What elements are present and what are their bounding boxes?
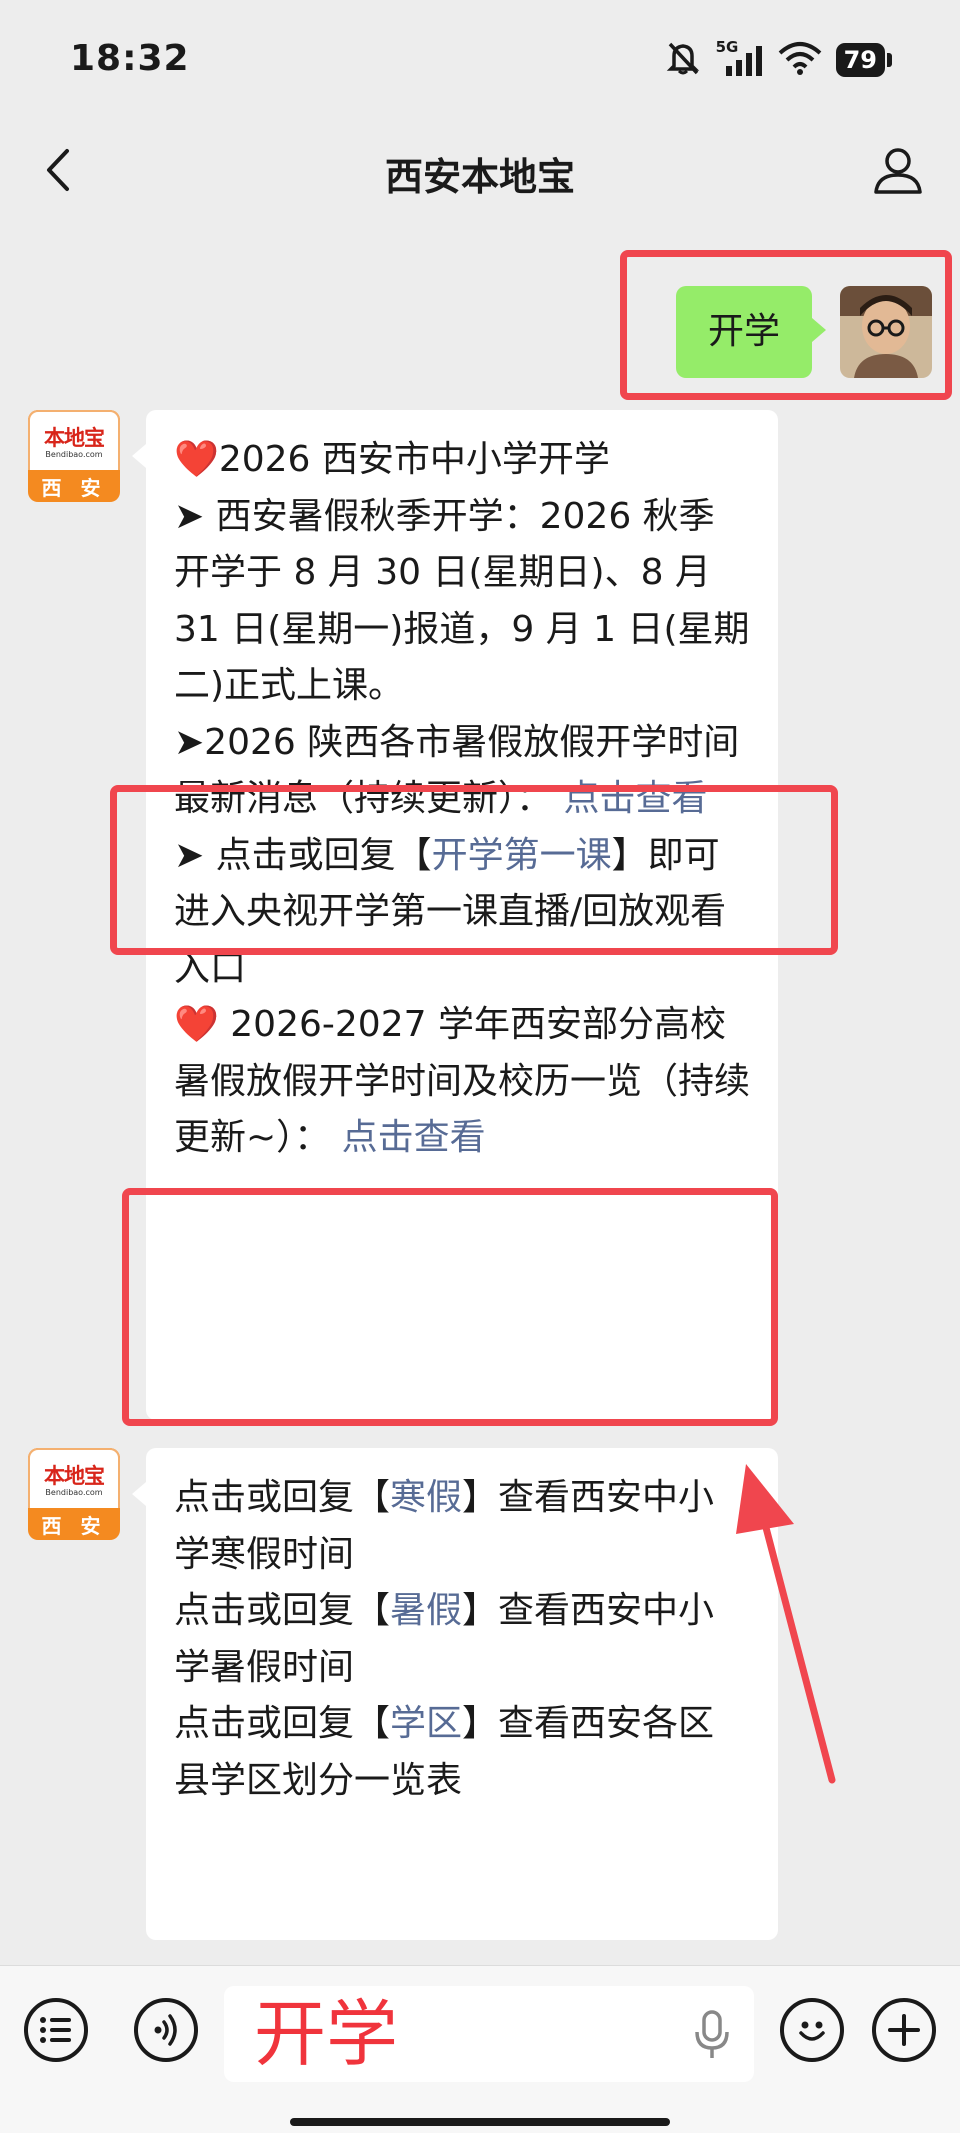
profile-button[interactable] bbox=[868, 140, 928, 200]
mute-bell-icon bbox=[664, 40, 702, 80]
voice-icon bbox=[154, 2014, 177, 2046]
battery-icon: 79 bbox=[835, 43, 892, 77]
highlight-box-sent bbox=[620, 250, 952, 400]
avatar-logo-sub: Bendibao.com bbox=[45, 450, 103, 459]
home-indicator[interactable] bbox=[290, 2118, 670, 2126]
cellular-signal-icon: 5G bbox=[716, 38, 764, 78]
plus-icon bbox=[888, 2014, 920, 2046]
person-icon bbox=[874, 148, 922, 194]
message-paragraph: ➤ 西安暑假秋季开学：2026 秋季开学于 8 月 30 日(星期日)、8 月 … bbox=[174, 495, 750, 707]
highlight-box-2 bbox=[122, 1188, 778, 1426]
heart-icon: ❤️ bbox=[174, 439, 219, 480]
microphone-icon[interactable] bbox=[692, 2010, 732, 2060]
message-paragraph: 点击或回复【寒假】查看西安中小学寒假时间 bbox=[174, 1477, 715, 1575]
avatar-city: 西 安 bbox=[41, 1514, 107, 1538]
message-paragraph: 点击或回复【学区】查看西安各区县学区划分一览表 bbox=[174, 1703, 715, 1801]
emoji-button[interactable] bbox=[780, 1998, 844, 2062]
avatar-logo-text: 本地宝 bbox=[44, 1464, 105, 1488]
view-link[interactable]: 点击查看 bbox=[342, 1117, 486, 1158]
keyword-link[interactable]: 寒假 bbox=[390, 1477, 462, 1518]
keyword-link[interactable]: 暑假 bbox=[390, 1590, 462, 1631]
page-title: 西安本地宝 bbox=[384, 155, 575, 199]
menu-list-icon bbox=[40, 2017, 71, 2043]
annotation-arrow-icon bbox=[736, 1464, 836, 1784]
bot-avatar[interactable]: 本地宝 Bendibao.com 西 安 bbox=[28, 410, 120, 502]
battery-level: 79 bbox=[835, 43, 885, 77]
voice-toggle-button[interactable] bbox=[134, 1998, 198, 2062]
emoji-icon bbox=[799, 2021, 825, 2041]
wifi-icon bbox=[778, 41, 822, 79]
keyword-link[interactable]: 学区 bbox=[390, 1703, 462, 1744]
message-paragraph: 点击或回复【暑假】查看西安中小学暑假时间 bbox=[174, 1590, 715, 1688]
status-icons: 5G 79 bbox=[664, 38, 892, 80]
status-bar: 18:32 5G 79 bbox=[0, 0, 960, 120]
status-time: 18:32 bbox=[70, 38, 190, 79]
heart-icon: ❤️ bbox=[174, 1004, 219, 1045]
message-input-value: 开学 bbox=[254, 1992, 399, 2076]
message-paragraph: ❤️ 2026-2027 学年西安部分高校暑假放假开学时间及校历一览（持续更新~… bbox=[174, 1004, 751, 1158]
bot-message-bubble: 点击或回复【寒假】查看西安中小学寒假时间 点击或回复【暑假】查看西安中小学暑假时… bbox=[132, 1448, 778, 1940]
bot-avatar[interactable]: 本地宝 Bendibao.com 西 安 bbox=[28, 1448, 120, 1540]
message-paragraph: ❤️2026 西安市中小学开学 bbox=[174, 439, 610, 480]
nav-bar: 西安本地宝 bbox=[0, 120, 960, 220]
more-button[interactable] bbox=[872, 1998, 936, 2062]
avatar-logo-text: 本地宝 bbox=[44, 426, 105, 450]
avatar-city: 西 安 bbox=[41, 476, 107, 500]
highlight-box-1 bbox=[110, 785, 838, 955]
menu-button[interactable] bbox=[24, 1998, 88, 2062]
avatar-logo-sub: Bendibao.com bbox=[45, 1488, 103, 1497]
message-input[interactable]: 开学 bbox=[224, 1986, 754, 2082]
chat-input-bar: 开学 bbox=[0, 1965, 960, 2133]
